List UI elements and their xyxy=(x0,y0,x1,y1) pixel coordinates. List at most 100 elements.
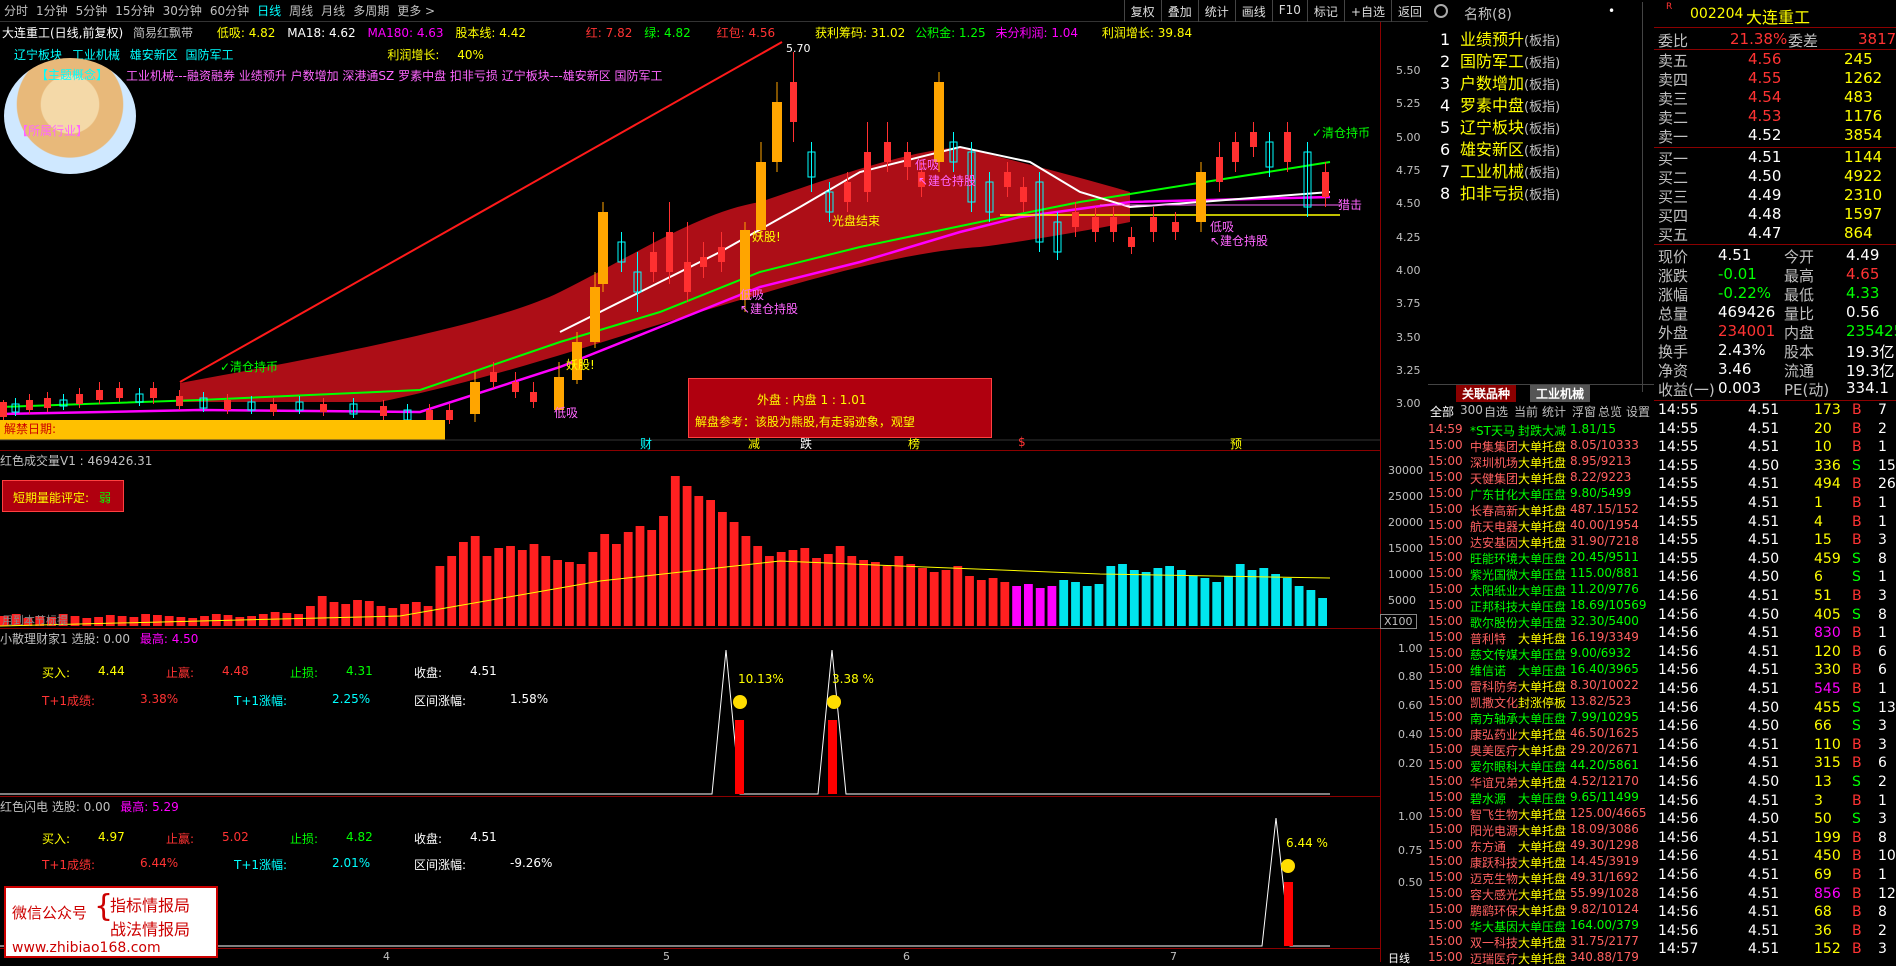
filter-settings[interactable]: 设置 xyxy=(1626,403,1650,420)
filter-all[interactable]: 全部 xyxy=(1430,403,1454,420)
flow-cell: 15:00 xyxy=(1428,694,1463,708)
flow-row[interactable]: 15:00 达安基因 大单托盘 31.90/7218 xyxy=(1428,534,1654,550)
flow-cell: 49.30/1298 xyxy=(1570,838,1639,852)
flow-row[interactable]: 15:00 东方通 大单托盘 49.30/1298 xyxy=(1428,838,1654,854)
flow-row[interactable]: 15:00 正邦科技 大单压盘 18.69/10569 xyxy=(1428,598,1654,614)
filter-overview[interactable]: 总览 xyxy=(1598,403,1622,420)
flow-row[interactable]: 15:00 容大感光 大单托盘 55.99/1028 xyxy=(1428,886,1654,902)
flow-row[interactable]: 14:59 *ST天马 封跌大减 1.81/15 xyxy=(1428,422,1654,438)
flow-row[interactable]: 15:00 长春高新 大单托盘 487.15/152 xyxy=(1428,502,1654,518)
stats-button[interactable]: 统计 xyxy=(1197,0,1235,22)
flow-row[interactable]: 15:00 智飞生物 大单托盘 125.00/4665 xyxy=(1428,806,1654,822)
tf-fenshi[interactable]: 分时 xyxy=(0,2,32,19)
add-favorite-button[interactable]: +自选 xyxy=(1343,0,1391,22)
concept-item[interactable]: 1 业绩预升(板指) xyxy=(1440,26,1560,49)
concept-item[interactable]: 5 辽宁板块(板指) xyxy=(1440,114,1560,137)
flow-row[interactable]: 15:00 旺能环境 大单压盘 20.45/9511 xyxy=(1428,550,1654,566)
flow-row[interactable]: 15:00 深圳机场 大单托盘 8.95/9213 xyxy=(1428,454,1654,470)
tab-related[interactable]: 关联品种 xyxy=(1456,385,1517,402)
tf-60min[interactable]: 60分钟 xyxy=(206,2,253,19)
tf-monthly[interactable]: 月线 xyxy=(317,2,349,19)
flow-row[interactable]: 15:00 华大基因 大单压盘 164.00/379 xyxy=(1428,918,1654,934)
flow-row[interactable]: 15:00 雷科防务 大单托盘 8.30/10022 xyxy=(1428,678,1654,694)
volume-bar xyxy=(859,560,868,626)
tf-1min[interactable]: 1分钟 xyxy=(32,2,72,19)
tf-daily[interactable]: 日线 xyxy=(253,2,285,19)
tf-15min[interactable]: 15分钟 xyxy=(111,2,158,19)
filter-fav[interactable]: 自选 xyxy=(1484,403,1508,420)
flow-row[interactable]: 15:00 爱尔眼科 大单压盘 44.20/5861 xyxy=(1428,758,1654,774)
order-row[interactable]: 买四 4.48 1597 xyxy=(1654,205,1896,225)
tick-cell: 4.51 xyxy=(1748,941,1780,958)
concept-item[interactable]: 8 扣非亏损(板指) xyxy=(1440,180,1560,203)
tick-cell: 4.50 xyxy=(1748,811,1780,828)
concept-item[interactable]: 7 工业机械(板指) xyxy=(1440,158,1560,181)
flow-row[interactable]: 15:00 维信诺 大单压盘 16.40/3965 xyxy=(1428,662,1654,678)
flow-row[interactable]: 15:00 康弘药业 大单托盘 46.50/1625 xyxy=(1428,726,1654,742)
flow-cell: 大单压盘 xyxy=(1518,712,1567,726)
flow-row[interactable]: 15:00 康跃科技 大单托盘 14.45/3919 xyxy=(1428,854,1654,870)
draw-button[interactable]: 画线 xyxy=(1234,0,1272,22)
sep-volume-p3 xyxy=(0,628,1380,629)
flow-row[interactable]: 15:00 太阳纸业 大单压盘 11.20/9776 xyxy=(1428,582,1654,598)
marker-dollar[interactable]: $ xyxy=(1018,435,1026,449)
flow-row[interactable]: 15:00 阳光电源 大单托盘 18.09/3086 xyxy=(1428,822,1654,838)
flow-row[interactable]: 15:00 普利特 大单托盘 16.19/3349 xyxy=(1428,630,1654,646)
tf-30min[interactable]: 30分钟 xyxy=(159,2,206,19)
flow-row[interactable]: 15:00 迈克生物 大单托盘 49.31/1692 xyxy=(1428,870,1654,886)
concept-item[interactable]: 6 雄安新区(板指) xyxy=(1440,136,1560,159)
order-row[interactable]: 卖一 4.52 3854 xyxy=(1654,126,1896,146)
order-row[interactable]: 卖三 4.54 483 xyxy=(1654,88,1896,108)
flow-row[interactable]: 15:00 中集集团 大单托盘 8.05/10333 xyxy=(1428,438,1654,454)
order-row[interactable]: 卖二 4.53 1176 xyxy=(1654,107,1896,127)
order-row[interactable]: 买一 4.51 1144 xyxy=(1654,148,1896,168)
concept-item[interactable]: 2 国防军工(板指) xyxy=(1440,48,1560,71)
mark-button[interactable]: 标记 xyxy=(1306,0,1344,22)
filter-stats[interactable]: 统计 xyxy=(1542,403,1566,420)
tab-industry[interactable]: 工业机械 xyxy=(1530,385,1591,402)
flow-row[interactable]: 15:00 迈瑞医疗 大单托盘 340.88/179 xyxy=(1428,950,1654,966)
flow-row[interactable]: 15:00 凯撒文化 封涨停板 13.82/523 xyxy=(1428,694,1654,710)
flow-row[interactable]: 15:00 华谊兄弟 大单托盘 4.52/12170 xyxy=(1428,774,1654,790)
order-row[interactable]: 卖四 4.55 1262 xyxy=(1654,69,1896,89)
order-row[interactable]: 买二 4.50 4922 xyxy=(1654,167,1896,187)
price-tick: 3.50 xyxy=(1396,331,1421,344)
concept-item[interactable]: 3 户数增加(板指) xyxy=(1440,70,1560,93)
flow-row[interactable]: 15:00 碧水源 大单压盘 9.65/11499 xyxy=(1428,790,1654,806)
period-label[interactable]: 日线 xyxy=(1388,950,1410,966)
order-row[interactable]: 买三 4.49 2310 xyxy=(1654,186,1896,206)
flow-cell: 9.00/6932 xyxy=(1570,646,1632,660)
flow-row[interactable]: 15:00 紫光国微 大单压盘 115.00/881 xyxy=(1428,566,1654,582)
restore-right-button[interactable]: 复权 xyxy=(1123,0,1161,22)
filter-float[interactable]: 浮窗 xyxy=(1572,403,1596,420)
flow-row[interactable]: 15:00 慈文传媒 大单压盘 9.00/6932 xyxy=(1428,646,1654,662)
dot-icon[interactable]: • xyxy=(1608,4,1615,18)
tick-row: 14:56 4.51 36 B 2 xyxy=(1654,923,1896,941)
flow-row[interactable]: 15:00 双一科技 大单托盘 31.75/2177 xyxy=(1428,934,1654,950)
gear-icon[interactable] xyxy=(1434,4,1448,18)
tick-cell: 10 xyxy=(1878,848,1896,865)
tick-cell: B xyxy=(1852,848,1862,865)
candle xyxy=(0,402,7,417)
tf-5min[interactable]: 5分钟 xyxy=(72,2,112,19)
filter-current[interactable]: 当前 xyxy=(1514,403,1538,420)
order-row[interactable]: 卖五 4.56 245 xyxy=(1654,50,1896,70)
flow-row[interactable]: 15:00 天健集团 大单托盘 8.22/9223 xyxy=(1428,470,1654,486)
tf-more[interactable]: 更多 > xyxy=(393,2,439,19)
flow-row[interactable]: 15:00 鹏鹞环保 大单托盘 9.82/10124 xyxy=(1428,902,1654,918)
order-row[interactable]: 买五 4.47 864 xyxy=(1654,224,1896,244)
flow-row[interactable]: 15:00 航天电器 大单托盘 40.00/1954 xyxy=(1428,518,1654,534)
concept-item[interactable]: 4 罗素中盘(板指) xyxy=(1440,92,1560,115)
flow-row[interactable]: 15:00 歌尔股份 大单压盘 32.30/5400 xyxy=(1428,614,1654,630)
flow-row[interactable]: 15:00 奥美医疗 大单托盘 29.20/2671 xyxy=(1428,742,1654,758)
concept-scrollbar[interactable] xyxy=(1642,2,1652,392)
overlay-button[interactable]: 叠加 xyxy=(1160,0,1198,22)
flow-row[interactable]: 15:00 南方轴承 大单压盘 7.99/10295 xyxy=(1428,710,1654,726)
flow-row[interactable]: 15:00 广东甘化 大单压盘 9.80/5499 xyxy=(1428,486,1654,502)
filter-300[interactable]: 300 xyxy=(1460,403,1483,417)
volume-bar xyxy=(353,600,362,626)
tf-multi[interactable]: 多周期 xyxy=(349,2,393,19)
tf-weekly[interactable]: 周线 xyxy=(285,2,317,19)
f10-button[interactable]: F10 xyxy=(1271,0,1307,22)
back-button[interactable]: 返回 xyxy=(1390,0,1428,22)
